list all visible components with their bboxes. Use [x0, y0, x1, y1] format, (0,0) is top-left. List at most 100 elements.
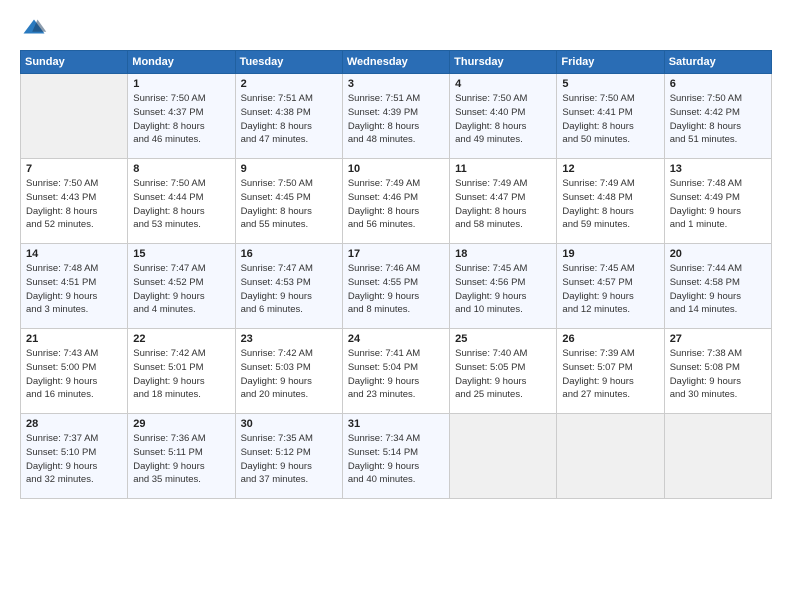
- day-info: Sunrise: 7:46 AMSunset: 4:55 PMDaylight:…: [348, 262, 444, 317]
- day-info: Sunrise: 7:50 AMSunset: 4:44 PMDaylight:…: [133, 177, 229, 232]
- day-number: 19: [562, 248, 658, 260]
- calendar-week-row: 28Sunrise: 7:37 AMSunset: 5:10 PMDayligh…: [21, 414, 772, 499]
- day-number: 6: [670, 78, 766, 90]
- day-info: Sunrise: 7:37 AMSunset: 5:10 PMDaylight:…: [26, 432, 122, 487]
- day-number: 8: [133, 163, 229, 175]
- calendar-cell: 1 Sunrise: 7:50 AMSunset: 4:37 PMDaylight…: [128, 74, 235, 159]
- day-info: Sunrise: 7:41 AMSunset: 5:04 PMDaylight:…: [348, 347, 444, 402]
- calendar-cell: 5 Sunrise: 7:50 AMSunset: 4:41 PMDaylight…: [557, 74, 664, 159]
- calendar-week-row: 14Sunrise: 7:48 AMSunset: 4:51 PMDayligh…: [21, 244, 772, 329]
- calendar-cell: 3 Sunrise: 7:51 AMSunset: 4:39 PMDaylight…: [342, 74, 449, 159]
- day-info: Sunrise: 7:49 AMSunset: 4:46 PMDaylight:…: [348, 177, 444, 232]
- day-info: Sunrise: 7:50 AMSunset: 4:42 PMDaylight:…: [670, 92, 766, 147]
- day-info: Sunrise: 7:35 AMSunset: 5:12 PMDaylight:…: [241, 432, 337, 487]
- day-info: Sunrise: 7:50 AMSunset: 4:40 PMDaylight:…: [455, 92, 551, 147]
- weekday-header: Friday: [557, 51, 664, 74]
- day-number: 21: [26, 333, 122, 345]
- calendar-cell: 11 Sunrise: 7:49 AMSunset: 4:47 PMDayligh…: [450, 159, 557, 244]
- calendar-cell: 22 Sunrise: 7:42 AMSunset: 5:01 PMDayligh…: [128, 329, 235, 414]
- weekday-header: Monday: [128, 51, 235, 74]
- day-number: 14: [26, 248, 122, 260]
- calendar-cell: 29 Sunrise: 7:36 AMSunset: 5:11 PMDayligh…: [128, 414, 235, 499]
- day-number: 22: [133, 333, 229, 345]
- day-info: Sunrise: 7:47 AMSunset: 4:52 PMDaylight:…: [133, 262, 229, 317]
- day-info: Sunrise: 7:49 AMSunset: 4:47 PMDaylight:…: [455, 177, 551, 232]
- calendar-cell: 18 Sunrise: 7:45 AMSunset: 4:56 PMDayligh…: [450, 244, 557, 329]
- day-info: Sunrise: 7:45 AMSunset: 4:56 PMDaylight:…: [455, 262, 551, 317]
- day-number: 16: [241, 248, 337, 260]
- day-number: 13: [670, 163, 766, 175]
- day-number: 12: [562, 163, 658, 175]
- calendar-cell: 25 Sunrise: 7:40 AMSunset: 5:05 PMDayligh…: [450, 329, 557, 414]
- day-number: 7: [26, 163, 122, 175]
- day-info: Sunrise: 7:50 AMSunset: 4:37 PMDaylight:…: [133, 92, 229, 147]
- day-info: Sunrise: 7:40 AMSunset: 5:05 PMDaylight:…: [455, 347, 551, 402]
- day-number: 1: [133, 78, 229, 90]
- day-number: 4: [455, 78, 551, 90]
- calendar-cell: 12Sunrise: 7:49 AMSunset: 4:48 PMDayligh…: [557, 159, 664, 244]
- page: SundayMondayTuesdayWednesdayThursdayFrid…: [0, 0, 792, 612]
- calendar-cell: [21, 74, 128, 159]
- day-info: Sunrise: 7:51 AMSunset: 4:39 PMDaylight:…: [348, 92, 444, 147]
- day-info: Sunrise: 7:39 AMSunset: 5:07 PMDaylight:…: [562, 347, 658, 402]
- day-info: Sunrise: 7:36 AMSunset: 5:11 PMDaylight:…: [133, 432, 229, 487]
- calendar-cell: 27 Sunrise: 7:38 AMSunset: 5:08 PMDayligh…: [664, 329, 771, 414]
- logo-icon: [20, 16, 48, 44]
- day-number: 17: [348, 248, 444, 260]
- day-info: Sunrise: 7:38 AMSunset: 5:08 PMDaylight:…: [670, 347, 766, 402]
- calendar-cell: 10 Sunrise: 7:49 AMSunset: 4:46 PMDayligh…: [342, 159, 449, 244]
- day-number: 5: [562, 78, 658, 90]
- calendar-cell: 8 Sunrise: 7:50 AMSunset: 4:44 PMDaylight…: [128, 159, 235, 244]
- weekday-header: Sunday: [21, 51, 128, 74]
- calendar-body: 1 Sunrise: 7:50 AMSunset: 4:37 PMDaylight…: [21, 74, 772, 499]
- calendar-cell: 31Sunrise: 7:34 AMSunset: 5:14 PMDayligh…: [342, 414, 449, 499]
- calendar-cell: 21 Sunrise: 7:43 AMSunset: 5:00 PMDayligh…: [21, 329, 128, 414]
- day-number: 3: [348, 78, 444, 90]
- day-number: 10: [348, 163, 444, 175]
- calendar-cell: 17 Sunrise: 7:46 AMSunset: 4:55 PMDayligh…: [342, 244, 449, 329]
- day-number: 29: [133, 418, 229, 430]
- calendar-cell: 6 Sunrise: 7:50 AMSunset: 4:42 PMDaylight…: [664, 74, 771, 159]
- day-number: 24: [348, 333, 444, 345]
- calendar-week-row: 21 Sunrise: 7:43 AMSunset: 5:00 PMDayligh…: [21, 329, 772, 414]
- day-number: 23: [241, 333, 337, 345]
- calendar-cell: 9Sunrise: 7:50 AMSunset: 4:45 PMDaylight…: [235, 159, 342, 244]
- calendar-cell: 30 Sunrise: 7:35 AMSunset: 5:12 PMDayligh…: [235, 414, 342, 499]
- day-number: 25: [455, 333, 551, 345]
- weekday-row: SundayMondayTuesdayWednesdayThursdayFrid…: [21, 51, 772, 74]
- logo: [20, 16, 52, 44]
- day-info: Sunrise: 7:45 AMSunset: 4:57 PMDaylight:…: [562, 262, 658, 317]
- calendar-cell: 24 Sunrise: 7:41 AMSunset: 5:04 PMDayligh…: [342, 329, 449, 414]
- calendar-header: SundayMondayTuesdayWednesdayThursdayFrid…: [21, 51, 772, 74]
- day-info: Sunrise: 7:43 AMSunset: 5:00 PMDaylight:…: [26, 347, 122, 402]
- day-info: Sunrise: 7:42 AMSunset: 5:01 PMDaylight:…: [133, 347, 229, 402]
- calendar-cell: [557, 414, 664, 499]
- day-number: 26: [562, 333, 658, 345]
- day-number: 11: [455, 163, 551, 175]
- day-number: 20: [670, 248, 766, 260]
- calendar-cell: 26 Sunrise: 7:39 AMSunset: 5:07 PMDayligh…: [557, 329, 664, 414]
- calendar-cell: 19 Sunrise: 7:45 AMSunset: 4:57 PMDayligh…: [557, 244, 664, 329]
- day-number: 2: [241, 78, 337, 90]
- calendar-cell: 7Sunrise: 7:50 AMSunset: 4:43 PMDaylight…: [21, 159, 128, 244]
- day-info: Sunrise: 7:48 AMSunset: 4:49 PMDaylight:…: [670, 177, 766, 232]
- day-number: 9: [241, 163, 337, 175]
- weekday-header: Tuesday: [235, 51, 342, 74]
- day-number: 18: [455, 248, 551, 260]
- calendar-cell: [450, 414, 557, 499]
- day-number: 30: [241, 418, 337, 430]
- calendar-cell: 15Sunrise: 7:47 AMSunset: 4:52 PMDayligh…: [128, 244, 235, 329]
- calendar-week-row: 7Sunrise: 7:50 AMSunset: 4:43 PMDaylight…: [21, 159, 772, 244]
- calendar-cell: [664, 414, 771, 499]
- calendar-cell: 14Sunrise: 7:48 AMSunset: 4:51 PMDayligh…: [21, 244, 128, 329]
- day-info: Sunrise: 7:42 AMSunset: 5:03 PMDaylight:…: [241, 347, 337, 402]
- calendar-cell: 23 Sunrise: 7:42 AMSunset: 5:03 PMDayligh…: [235, 329, 342, 414]
- day-info: Sunrise: 7:34 AMSunset: 5:14 PMDaylight:…: [348, 432, 444, 487]
- weekday-header: Saturday: [664, 51, 771, 74]
- day-info: Sunrise: 7:51 AMSunset: 4:38 PMDaylight:…: [241, 92, 337, 147]
- day-info: Sunrise: 7:50 AMSunset: 4:41 PMDaylight:…: [562, 92, 658, 147]
- day-number: 27: [670, 333, 766, 345]
- calendar-cell: 28Sunrise: 7:37 AMSunset: 5:10 PMDayligh…: [21, 414, 128, 499]
- day-info: Sunrise: 7:44 AMSunset: 4:58 PMDaylight:…: [670, 262, 766, 317]
- calendar-week-row: 1 Sunrise: 7:50 AMSunset: 4:37 PMDaylight…: [21, 74, 772, 159]
